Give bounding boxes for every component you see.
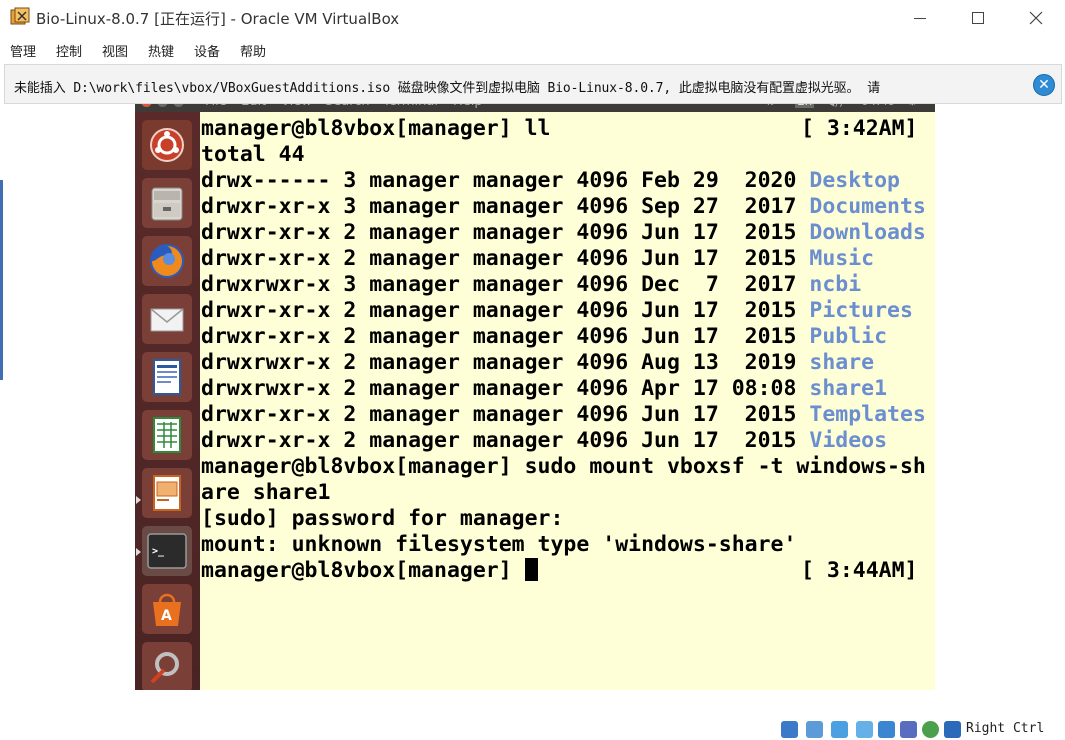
listing-meta: drwxrwxr-x 2 manager manager 4096 Aug 13… bbox=[201, 350, 810, 375]
shared-folder-icon[interactable] bbox=[900, 721, 917, 738]
close-button[interactable] bbox=[1016, 4, 1056, 32]
hdd-icon[interactable] bbox=[781, 721, 798, 738]
impress-icon[interactable] bbox=[142, 468, 192, 518]
notification-banner: 未能插入 D:\work\files\vbox/VBoxGuestAdditio… bbox=[4, 64, 1062, 104]
directory-name: ncbi bbox=[809, 272, 862, 297]
svg-text:A: A bbox=[161, 608, 172, 624]
launcher-running-indicator bbox=[136, 548, 141, 556]
close-icon bbox=[1029, 11, 1043, 25]
directory-name: Public bbox=[809, 324, 888, 349]
virtualbox-app-icon bbox=[10, 7, 30, 25]
display-icon[interactable] bbox=[922, 721, 939, 738]
writer-icon[interactable] bbox=[142, 352, 192, 402]
directory-name: Templates bbox=[809, 402, 926, 427]
menu-control[interactable]: 控制 bbox=[56, 41, 82, 60]
close-circle-icon[interactable]: ✕ bbox=[1033, 74, 1055, 96]
listing-row: drwxrwxr-x 2 manager manager 4096 Apr 17… bbox=[201, 376, 935, 402]
system-settings-icon[interactable] bbox=[142, 642, 192, 690]
listing-row: drwxrwxr-x 3 manager manager 4096 Dec 7 … bbox=[201, 272, 935, 298]
files-icon[interactable] bbox=[142, 178, 192, 228]
maximize-icon bbox=[972, 12, 984, 24]
menu-view[interactable]: 视图 bbox=[102, 41, 128, 60]
maximize-button[interactable] bbox=[958, 4, 998, 32]
menu-bar: 管理 控制 视图 热键 设备 帮助 bbox=[0, 36, 1065, 62]
listing-row: drwxr-xr-x 2 manager manager 4096 Jun 17… bbox=[201, 246, 935, 272]
prompt-text: manager@bl8vbox[manager] bbox=[201, 558, 525, 583]
listing-meta: drwx------ 3 manager manager 4096 Feb 29… bbox=[201, 168, 810, 193]
terminal-output[interactable]: manager@bl8vbox[manager] ll [ 3:42AM] tot… bbox=[200, 112, 935, 690]
terminal-line: manager@bl8vbox[manager] sudo mount vbox… bbox=[201, 454, 926, 479]
window-title: Bio-Linux-8.0.7 [正在运行] - Oracle VM Virtu… bbox=[36, 10, 400, 28]
listing-meta: drwxrwxr-x 2 manager manager 4096 Apr 17… bbox=[201, 376, 810, 401]
status-bar: Right Ctrl bbox=[0, 718, 1065, 740]
prompt-time: [ 3:42AM] bbox=[801, 116, 918, 141]
listing-meta: drwxr-xr-x 2 manager manager 4096 Jun 17… bbox=[201, 298, 810, 323]
directory-name: Music bbox=[809, 246, 875, 271]
menu-manage[interactable]: 管理 bbox=[10, 41, 36, 60]
notification-text: 未能插入 D:\work\files\vbox/VBoxGuestAdditio… bbox=[14, 81, 881, 96]
terminal-line: manager@bl8vbox[manager] [ 3:44AM] bbox=[201, 558, 935, 584]
terminal-line: manager@bl8vbox[manager] ll [ 3:42AM] bbox=[201, 116, 935, 142]
calc-icon[interactable] bbox=[142, 410, 192, 460]
directory-name: Videos bbox=[809, 428, 888, 453]
listing-row: drwx------ 3 manager manager 4096 Feb 29… bbox=[201, 168, 935, 194]
directory-name: share bbox=[809, 350, 875, 375]
optical-drive-icon[interactable] bbox=[806, 721, 823, 738]
listing-row: drwxr-xr-x 3 manager manager 4096 Sep 27… bbox=[201, 194, 935, 220]
host-edge-strip bbox=[0, 180, 3, 380]
listing-meta: drwxrwxr-x 3 manager manager 4096 Dec 7 … bbox=[201, 272, 810, 297]
listing-row: drwxrwxr-x 2 manager manager 4096 Aug 13… bbox=[201, 350, 935, 376]
mail-icon[interactable] bbox=[142, 294, 192, 344]
software-center-icon[interactable]: A bbox=[142, 584, 192, 634]
terminal-line: mount: unknown filesystem type 'windows-… bbox=[201, 532, 797, 557]
listing-meta: drwxr-xr-x 2 manager manager 4096 Jun 17… bbox=[201, 324, 810, 349]
text-cursor bbox=[524, 558, 538, 581]
menu-help[interactable]: 帮助 bbox=[240, 41, 266, 60]
audio-icon[interactable] bbox=[831, 721, 848, 738]
terminal-icon[interactable]: >_ bbox=[142, 526, 192, 576]
terminal-line: are share1 bbox=[201, 480, 331, 505]
directory-name: Downloads bbox=[809, 220, 926, 245]
menu-devices[interactable]: 设备 bbox=[194, 41, 220, 60]
svg-text:>_: >_ bbox=[152, 546, 165, 557]
launcher-running-indicator bbox=[136, 496, 141, 504]
directory-name: Desktop bbox=[809, 168, 900, 193]
listing-meta: drwxr-xr-x 3 manager manager 4096 Sep 27… bbox=[201, 194, 810, 219]
unity-launcher: >_ A bbox=[135, 112, 200, 690]
listing-row: drwxr-xr-x 2 manager manager 4096 Jun 17… bbox=[201, 402, 935, 428]
listing-meta: drwxr-xr-x 2 manager manager 4096 Jun 17… bbox=[201, 246, 810, 271]
prompt-time: [ 3:44AM] bbox=[801, 558, 918, 583]
directory-listing: drwx------ 3 manager manager 4096 Feb 29… bbox=[201, 168, 935, 454]
directory-name: Documents bbox=[809, 194, 926, 219]
listing-meta: drwxr-xr-x 2 manager manager 4096 Jun 17… bbox=[201, 402, 810, 427]
menu-hotkey[interactable]: 热键 bbox=[148, 41, 174, 60]
ubuntu-dash-icon[interactable] bbox=[142, 120, 192, 170]
usb-icon[interactable] bbox=[878, 721, 895, 738]
host-key-label: Right Ctrl bbox=[966, 721, 1045, 736]
keyboard-capture-icon[interactable] bbox=[944, 721, 961, 738]
minimize-button[interactable] bbox=[900, 4, 940, 32]
network-icon[interactable] bbox=[856, 721, 873, 738]
guest-screen[interactable]: File Edit View Search Terminal Help ⇅ En… bbox=[135, 92, 935, 690]
directory-name: share1 bbox=[809, 376, 888, 401]
window-titlebar: Bio-Linux-8.0.7 [正在运行] - Oracle VM Virtu… bbox=[0, 0, 1065, 36]
listing-meta: drwxr-xr-x 2 manager manager 4096 Jun 17… bbox=[201, 220, 810, 245]
terminal-line: [sudo] password for manager: bbox=[201, 506, 564, 531]
firefox-icon[interactable] bbox=[142, 236, 192, 286]
command-text: manager@bl8vbox[manager] ll bbox=[201, 116, 551, 141]
listing-row: drwxr-xr-x 2 manager manager 4096 Jun 17… bbox=[201, 220, 935, 246]
listing-row: drwxr-xr-x 2 manager manager 4096 Jun 17… bbox=[201, 428, 935, 454]
listing-row: drwxr-xr-x 2 manager manager 4096 Jun 17… bbox=[201, 324, 935, 350]
listing-meta: drwxr-xr-x 2 manager manager 4096 Jun 17… bbox=[201, 428, 810, 453]
directory-name: Pictures bbox=[809, 298, 913, 323]
listing-row: drwxr-xr-x 2 manager manager 4096 Jun 17… bbox=[201, 298, 935, 324]
minimize-icon bbox=[914, 17, 926, 19]
terminal-line: total 44 bbox=[201, 142, 305, 167]
